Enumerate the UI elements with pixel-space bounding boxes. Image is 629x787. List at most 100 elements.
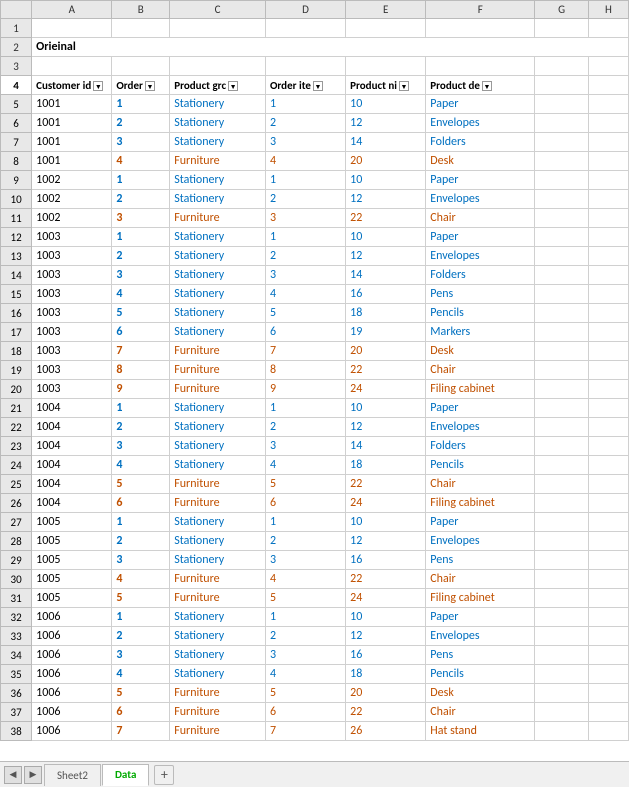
cell-product-number: 10 (346, 399, 426, 418)
table-row: 3710066Furniture622Chair (1, 703, 629, 722)
cell-product-number: 10 (346, 608, 426, 627)
row-number: 21 (1, 399, 32, 418)
cell-order: 9 (112, 380, 170, 399)
table-row: 1710036Stationery619Markers (1, 323, 629, 342)
cell-order-item: 4 (265, 570, 345, 589)
cell-order: 5 (112, 684, 170, 703)
cell-customer-id: 1001 (32, 133, 112, 152)
cell-h (588, 608, 628, 627)
cell-order: 5 (112, 304, 170, 323)
cell-product-desc: Chair (426, 703, 535, 722)
empty-cell (535, 57, 588, 76)
header-cell-a[interactable]: Customer id▼ (32, 76, 112, 95)
col-header-c[interactable]: C (170, 1, 266, 19)
header-cell-f[interactable]: Product de▼ (426, 76, 535, 95)
col-header-g[interactable]: G (535, 1, 588, 19)
cell-g (535, 418, 588, 437)
cell-order-item: 2 (265, 190, 345, 209)
tab-data[interactable]: Data (102, 764, 149, 786)
cell-g (535, 171, 588, 190)
table-row: 1910038Furniture822Chair (1, 361, 629, 380)
tab-nav-left[interactable]: ◀ (4, 766, 22, 784)
header-cell-b[interactable]: Order▼ (112, 76, 170, 95)
cell-h (588, 684, 628, 703)
cell-product-number: 18 (346, 304, 426, 323)
cell-product-group: Furniture (170, 361, 266, 380)
table-row: 1110023Furniture322Chair (1, 209, 629, 228)
table-row: 1310032Stationery212Envelopes (1, 247, 629, 266)
cell-product-group: Stationery (170, 608, 266, 627)
row-number: 25 (1, 475, 32, 494)
cell-product-desc: Pencils (426, 304, 535, 323)
header-cell-c[interactable]: Product grc▼ (170, 76, 266, 95)
row-number: 37 (1, 703, 32, 722)
cell-order: 7 (112, 342, 170, 361)
cell-h (588, 437, 628, 456)
table-row: 3010054Furniture422Chair (1, 570, 629, 589)
tab-sheet2[interactable]: Sheet2 (44, 764, 101, 786)
cell-customer-id: 1004 (32, 437, 112, 456)
col-header-d[interactable]: D (265, 1, 345, 19)
row-number: 23 (1, 437, 32, 456)
cell-h (588, 570, 628, 589)
empty-cell (32, 19, 112, 38)
table-row: 4Customer id▼Order▼Product grc▼Order ite… (1, 76, 629, 95)
filter-button-b[interactable]: ▼ (145, 81, 155, 91)
empty-cell (265, 19, 345, 38)
header-cell-d[interactable]: Order ite▼ (265, 76, 345, 95)
filter-button-c[interactable]: ▼ (228, 81, 238, 91)
col-header-f[interactable]: F (426, 1, 535, 19)
row-number: 34 (1, 646, 32, 665)
cell-customer-id: 1001 (32, 114, 112, 133)
row-number: 33 (1, 627, 32, 646)
table-row: 3110055Furniture524Filing cabinet (1, 589, 629, 608)
cell-g (535, 551, 588, 570)
cell-h (588, 513, 628, 532)
col-header-a[interactable]: A (32, 1, 112, 19)
cell-customer-id: 1005 (32, 513, 112, 532)
header-cell-e[interactable]: Product ni▼ (346, 76, 426, 95)
col-header-h[interactable]: H (588, 1, 628, 19)
cell-order-item: 4 (265, 152, 345, 171)
cell-product-desc: Paper (426, 95, 535, 114)
tab-nav-right[interactable]: ▶ (24, 766, 42, 784)
cell-customer-id: 1005 (32, 532, 112, 551)
cell-customer-id: 1001 (32, 95, 112, 114)
cell-customer-id: 1004 (32, 456, 112, 475)
cell-h (588, 152, 628, 171)
table-row: 2810052Stationery212Envelopes (1, 532, 629, 551)
row-number: 12 (1, 228, 32, 247)
tab-add-button[interactable]: + (154, 765, 174, 785)
row-number: 18 (1, 342, 32, 361)
cell-order: 8 (112, 361, 170, 380)
filter-button-a[interactable]: ▼ (93, 81, 103, 91)
cell-product-group: Stationery (170, 304, 266, 323)
cell-product-desc: Chair (426, 361, 535, 380)
row-number: 28 (1, 532, 32, 551)
cell-order-item: 3 (265, 209, 345, 228)
cell-product-number: 22 (346, 703, 426, 722)
cell-product-number: 26 (346, 722, 426, 741)
cell-customer-id: 1002 (32, 209, 112, 228)
cell-product-group: Stationery (170, 228, 266, 247)
row-number: 17 (1, 323, 32, 342)
filter-button-d[interactable]: ▼ (313, 81, 323, 91)
cell-g (535, 494, 588, 513)
cell-customer-id: 1003 (32, 323, 112, 342)
cell-order-item: 1 (265, 228, 345, 247)
filter-button-f[interactable]: ▼ (482, 81, 492, 91)
col-header-b[interactable]: B (112, 1, 170, 19)
cell-g (535, 456, 588, 475)
table-row: 1 (1, 19, 629, 38)
row-number: 14 (1, 266, 32, 285)
table-row: 610012Stationery212Envelopes (1, 114, 629, 133)
header-cell-h[interactable] (588, 76, 628, 95)
header-cell-g[interactable] (535, 76, 588, 95)
cell-h (588, 361, 628, 380)
col-header-e[interactable]: E (346, 1, 426, 19)
table-row: 2310043Stationery314Folders (1, 437, 629, 456)
row-number: 20 (1, 380, 32, 399)
cell-product-group: Furniture (170, 380, 266, 399)
filter-button-e[interactable]: ▼ (399, 81, 409, 91)
cell-customer-id: 1006 (32, 665, 112, 684)
